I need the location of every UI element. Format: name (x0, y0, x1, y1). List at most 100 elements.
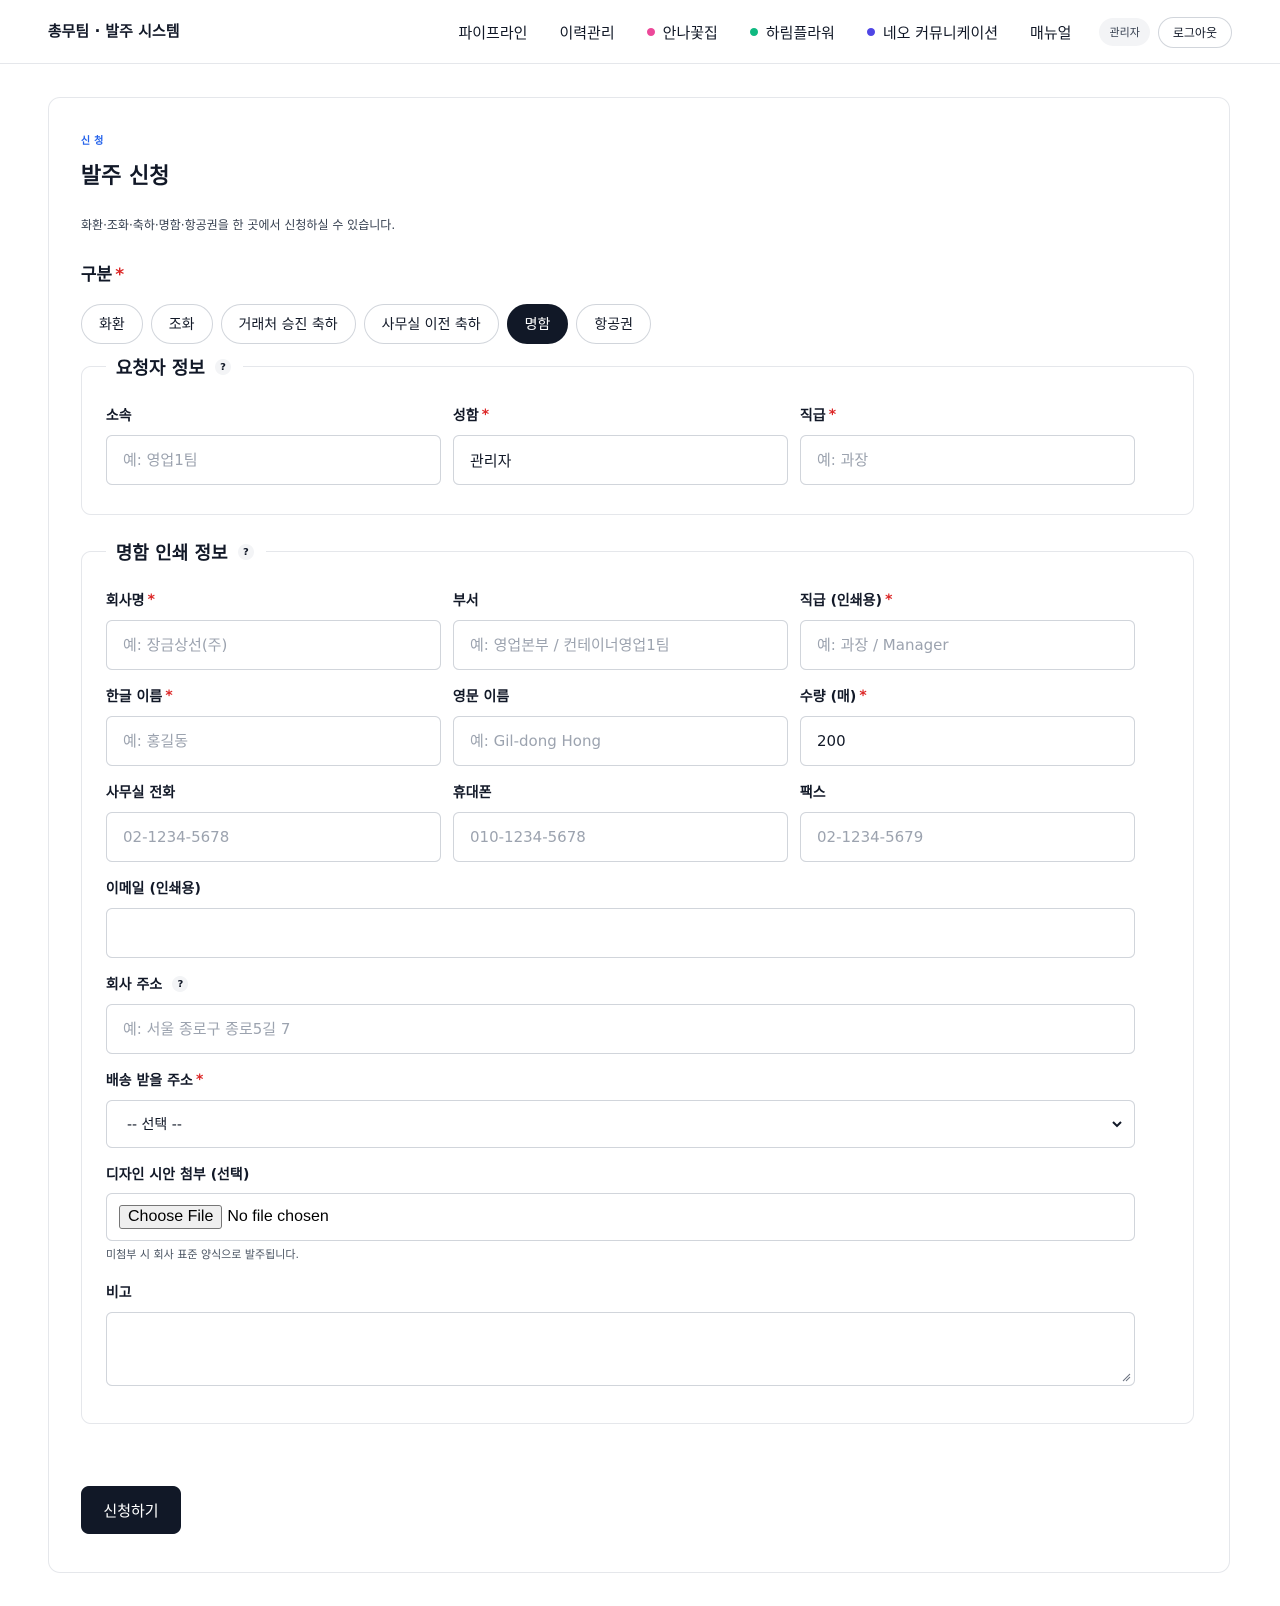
nav-label: 파이프라인 (458, 23, 528, 42)
card-print-info-group: 명함 인쇄 정보? 회사명* 부서 직급 (인쇄용)* 한글 이름* 영문 이름… (81, 539, 1194, 1424)
mobile-input[interactable] (453, 812, 788, 862)
nav-neo-communication[interactable]: 네오 커뮤니케이션 (866, 22, 998, 43)
category-chip-condolence[interactable]: 조화 (150, 304, 213, 344)
field-label-korean-name: 한글 이름 * (106, 686, 173, 706)
label-text: 직급 (인쇄용) (800, 593, 883, 609)
label-text: 배송 받을 주소 (106, 1073, 194, 1089)
field-label-name: 성함 * (453, 405, 489, 425)
category-chip-promotion-congrats[interactable]: 거래처 승진 축하 (220, 304, 356, 344)
nav-harim-flower[interactable]: 하림플라워 (749, 22, 835, 43)
file-status: No file chosen (227, 1208, 329, 1225)
label-text: 영문 이름 (453, 689, 510, 705)
field-label-office-phone: 사무실 전화 (106, 782, 175, 802)
required-mark: * (859, 688, 867, 704)
department-input[interactable] (453, 620, 788, 670)
label-text: 수량 (매) (800, 689, 857, 705)
help-icon[interactable]: ? (172, 976, 189, 992)
affiliation-input[interactable] (106, 435, 441, 485)
submit-button[interactable]: 신청하기 (81, 1486, 181, 1534)
label-text: 회사 주소 (106, 977, 163, 993)
shipping-address-select[interactable]: -- 선택 -- (106, 1100, 1135, 1148)
category-chip-office-move-congrats[interactable]: 사무실 이전 축하 (363, 304, 499, 344)
field-label-print-position: 직급 (인쇄용) * (800, 590, 892, 610)
email-input[interactable] (106, 908, 1135, 958)
vendor-dot-icon (646, 28, 655, 36)
help-icon[interactable]: ? (237, 544, 254, 560)
quantity-input[interactable] (800, 716, 1135, 766)
nav-pipeline[interactable]: 파이프라인 (458, 22, 527, 43)
label-text: 부서 (453, 593, 479, 609)
field-label-fax: 팩스 (800, 782, 826, 802)
role-badge: 관리자 (1099, 18, 1150, 46)
nav-history[interactable]: 이력관리 (559, 22, 614, 43)
page-title: 발주 신청 (81, 164, 170, 189)
required-mark: * (147, 592, 155, 608)
category-chip-air-ticket[interactable]: 항공권 (576, 304, 652, 344)
required-mark: * (481, 407, 490, 423)
select-value: -- 선택 -- (127, 1117, 182, 1133)
field-label-english-name: 영문 이름 (453, 686, 509, 706)
label-text: 직급 (800, 408, 826, 424)
label-text: 휴대폰 (453, 785, 492, 801)
category-label: 구분 * (81, 260, 124, 285)
address-input[interactable] (106, 1004, 1135, 1054)
field-label-department: 부서 (453, 590, 479, 610)
label-text: 성함 (453, 408, 479, 424)
label-text: 팩스 (800, 785, 826, 801)
resize-grip-icon[interactable] (1122, 1373, 1131, 1382)
vendor-dot-icon (749, 28, 758, 36)
field-label-position: 직급 * (800, 405, 836, 425)
company-input[interactable] (106, 620, 441, 670)
main-nav: 파이프라인 이력관리 안나꽃집 하림플라워 네오 커뮤니케이션 매뉴얼 관리자 … (458, 16, 1232, 48)
requester-position-input[interactable] (800, 435, 1135, 485)
card-print-info-legend: 명함 인쇄 정보? (106, 539, 266, 565)
top-navigation-bar: 총무팀 · 발주 시스템 파이프라인 이력관리 안나꽃집 하림플라워 네오 커뮤… (0, 0, 1280, 64)
requester-info-legend: 요청자 정보? (106, 354, 244, 380)
logout-button[interactable]: 로그아웃 (1157, 16, 1232, 48)
korean-name-input[interactable] (106, 716, 441, 766)
field-label-email: 이메일 (인쇄용) (106, 878, 201, 898)
field-label-mobile: 휴대폰 (453, 782, 492, 802)
vendor-dot-icon (866, 28, 875, 36)
category-chip-business-card[interactable]: 명함 (506, 304, 569, 344)
field-label-notes: 비고 (106, 1282, 132, 1302)
legend-text: 요청자 정보 (116, 358, 206, 379)
required-mark: * (196, 1072, 204, 1088)
requester-name-input[interactable] (453, 435, 788, 485)
nav-label: 안나꽃집 (662, 23, 718, 42)
requester-info-group: 요청자 정보? 소속 성함* 직급* (81, 354, 1194, 515)
field-label-design: 디자인 시안 첨부 (선택) (106, 1164, 249, 1184)
print-position-input[interactable] (800, 620, 1135, 670)
choose-file-button[interactable]: Choose File (119, 1205, 223, 1229)
fax-input[interactable] (800, 812, 1135, 862)
nav-manual[interactable]: 매뉴얼 (1030, 22, 1071, 43)
design-file-input: Choose File No file chosen (106, 1193, 1135, 1241)
nav-anna-flower[interactable]: 안나꽃집 (646, 22, 718, 43)
category-label-text: 구분 (81, 265, 113, 285)
order-form-card: 신청 발주 신청 화환·조화·축하·명함·항공권을 한 곳에서 신청하실 수 있… (48, 97, 1230, 1573)
legend-text: 명함 인쇄 정보 (116, 543, 228, 564)
category-chips: 화환 조화 거래처 승진 축하 사무실 이전 축하 명함 항공권 (81, 304, 659, 344)
label-text: 한글 이름 (106, 689, 163, 705)
label-text: 이메일 (인쇄용) (106, 881, 201, 897)
category-chip-wreath[interactable]: 화환 (81, 304, 143, 344)
field-label-company: 회사명 * (106, 590, 155, 610)
page-description: 화환·조화·축하·명함·항공권을 한 곳에서 신청하실 수 있습니다. (81, 218, 396, 232)
label-text: 비고 (106, 1285, 132, 1301)
design-hint: 미첨부 시 회사 표준 양식으로 발주됩니다. (106, 1248, 300, 1261)
label-text: 디자인 시안 첨부 (선택) (106, 1167, 250, 1183)
notes-textarea[interactable] (106, 1312, 1135, 1386)
nav-label: 이력관리 (559, 23, 615, 42)
english-name-input[interactable] (453, 716, 788, 766)
help-icon[interactable]: ? (215, 359, 232, 375)
label-text: 회사명 (106, 593, 145, 609)
office-phone-input[interactable] (106, 812, 441, 862)
chevron-down-icon (1112, 1121, 1122, 1128)
required-mark: * (115, 265, 125, 285)
section-kicker: 신청 (81, 136, 108, 147)
required-mark: * (828, 407, 837, 423)
nav-label: 매뉴얼 (1030, 23, 1072, 42)
field-label-quantity: 수량 (매) * (800, 686, 867, 706)
field-label-address: 회사 주소? (106, 974, 189, 994)
app-brand: 총무팀 · 발주 시스템 (48, 22, 180, 40)
